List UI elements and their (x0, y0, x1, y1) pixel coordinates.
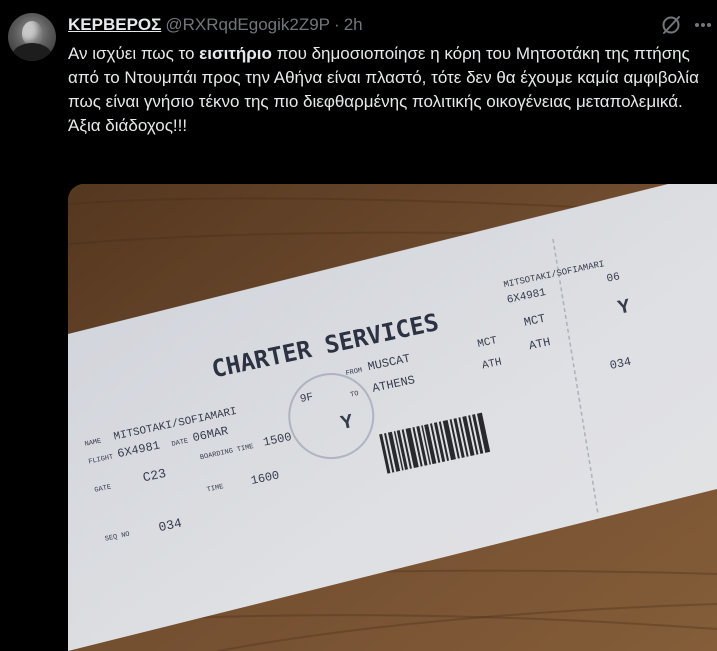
separator-dot: · (334, 15, 340, 34)
tweet-text-bold: εισιτήριο (199, 44, 272, 63)
timestamp[interactable]: 2h (344, 15, 363, 35)
display-name[interactable]: ΚΕΡΒΕΡΟΣ (68, 15, 161, 35)
tweet-text: Αν ισχύει πως το εισιτήριο που δημοσιοπο… (68, 42, 708, 138)
tweet-header: ΚΕΡΒΕΡΟΣ @RXRqdEgogik2Z9P · 2h (68, 14, 363, 36)
tweet-text-start: Αν ισχύει πως το (68, 44, 200, 63)
user-handle[interactable]: @RXRqdEgogik2Z9P (165, 15, 330, 35)
grok-button[interactable] (660, 14, 682, 36)
grok-slash-circle-icon (662, 16, 680, 34)
avatar-shoulders (12, 43, 52, 61)
tweet-text-line2: Άξια διάδοχος!!! (68, 116, 188, 135)
avatar-head (22, 21, 42, 45)
tweet[interactable]: ΚΕΡΒΕΡΟΣ @RXRqdEgogik2Z9P · 2h Αν ισχύει… (0, 0, 717, 651)
tweet-media-photo[interactable]: CHARTER SERVICES NAME MITSOTAKI/SOFIAMAR… (68, 184, 717, 651)
photo-shading (68, 184, 717, 651)
more-horizontal-icon (695, 23, 711, 27)
avatar[interactable] (8, 13, 56, 61)
boarding-pass-photo: CHARTER SERVICES NAME MITSOTAKI/SOFIAMAR… (68, 184, 717, 651)
more-options-button[interactable] (692, 14, 714, 36)
